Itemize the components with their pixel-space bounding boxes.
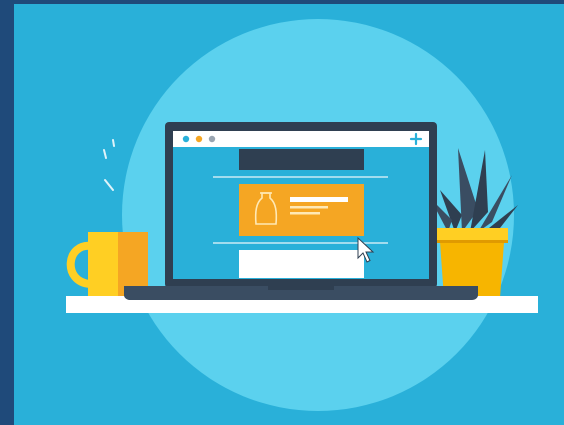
content-header-block xyxy=(239,149,364,170)
illustration xyxy=(0,0,564,425)
card-title-line xyxy=(290,197,348,202)
browser-dot-blue xyxy=(182,135,190,143)
card-text-line-1 xyxy=(290,206,328,209)
product-card[interactable] xyxy=(239,184,364,236)
pot-rim xyxy=(436,228,508,242)
card-text-line-2 xyxy=(290,212,320,215)
browser-dot-orange xyxy=(195,135,203,143)
laptop-hinge xyxy=(268,286,334,290)
content-footer-block xyxy=(239,250,364,278)
browser-dot-gray xyxy=(208,135,216,143)
